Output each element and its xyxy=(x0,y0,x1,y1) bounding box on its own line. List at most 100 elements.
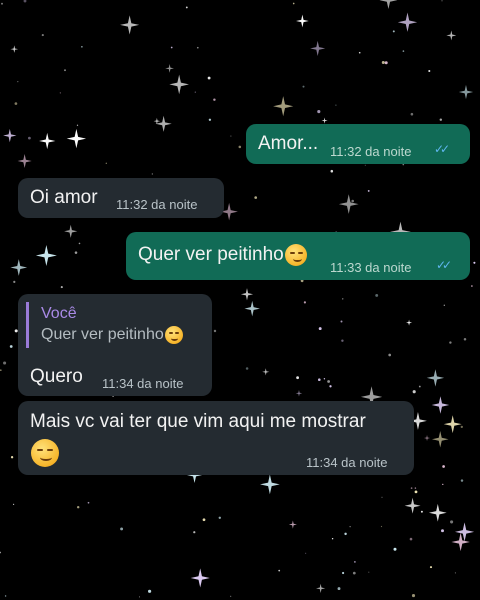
star-dot xyxy=(196,46,199,49)
message-bubble-received[interactable]: Mais vc vai ter que vim aqui me mostrar … xyxy=(18,401,414,475)
quoted-author: Você xyxy=(41,305,77,322)
star-dot xyxy=(23,0,27,3)
star-dot xyxy=(442,483,444,486)
star-dot xyxy=(138,596,141,598)
sparkle-star xyxy=(39,132,56,150)
star-dot xyxy=(17,81,19,83)
star-dot xyxy=(392,30,395,33)
quoted-message[interactable]: Você Quer ver peitinho xyxy=(26,302,202,348)
sparkle-star xyxy=(431,396,450,414)
star-dot xyxy=(9,345,13,348)
sparkle-star xyxy=(35,244,57,266)
sparkle-star xyxy=(155,115,172,132)
star-dot xyxy=(410,487,413,489)
star-dot xyxy=(10,456,14,459)
sparkle-star xyxy=(458,84,474,100)
message-bubble-sent[interactable]: Amor... 11:32 da noite ✓✓ xyxy=(246,124,470,164)
smirking-face-emoji xyxy=(284,244,307,266)
star-dot xyxy=(471,285,473,287)
star-dot xyxy=(120,527,124,531)
sparkle-star xyxy=(64,224,78,238)
sparkle-star xyxy=(240,288,254,301)
star-dot xyxy=(349,526,351,528)
sparkle-star xyxy=(17,154,32,169)
star-dot xyxy=(207,76,211,80)
sparkle-star xyxy=(165,63,174,73)
star-dot xyxy=(170,46,173,49)
sparkle-star xyxy=(120,15,140,35)
quoted-text: Quer ver peitinho xyxy=(41,326,183,344)
star-dot xyxy=(450,520,454,524)
star-dot xyxy=(384,61,388,65)
star-dot xyxy=(420,510,423,513)
star-dot xyxy=(64,69,66,72)
star-dot xyxy=(78,242,81,245)
star-dot xyxy=(449,341,452,344)
star-dot xyxy=(302,85,305,88)
star-dot xyxy=(410,112,414,116)
star-dot xyxy=(337,587,341,591)
sparkle-star xyxy=(451,532,470,552)
star-dot xyxy=(303,301,306,304)
star-dot xyxy=(12,503,15,506)
star-dot xyxy=(230,595,232,597)
star-dot xyxy=(330,169,334,173)
sparkle-star xyxy=(431,430,449,448)
sparkle-star xyxy=(262,368,270,376)
sparkle-star xyxy=(310,40,326,56)
star-dot xyxy=(442,465,445,468)
message-bubble-received-reply[interactable]: Você Quer ver peitinho Quero 11:34 da no… xyxy=(18,294,212,396)
star-dot xyxy=(409,537,413,541)
star-dot xyxy=(60,286,63,289)
star-dot xyxy=(318,327,322,331)
star-dot xyxy=(352,571,356,575)
star-dot xyxy=(388,353,392,357)
star-dot xyxy=(245,367,249,370)
message-text: Oi amor xyxy=(30,187,98,208)
star-dot xyxy=(441,529,444,533)
star-dot xyxy=(194,91,196,93)
sparkle-star xyxy=(379,0,398,10)
star-dot xyxy=(148,589,152,593)
star-dot xyxy=(230,135,232,137)
message-bubble-sent[interactable]: Quer ver peitinho 11:33 da noite ✓✓ xyxy=(126,232,470,280)
sparkle-star xyxy=(10,259,28,276)
star-dot xyxy=(368,571,370,573)
message-bubble-received[interactable]: Oi amor 11:32 da noite xyxy=(18,178,224,218)
star-dot xyxy=(381,60,385,65)
star-dot xyxy=(414,490,418,494)
star-dot xyxy=(13,280,16,284)
sparkle-star xyxy=(190,568,210,588)
star-dot xyxy=(380,525,383,528)
star-dot xyxy=(439,118,443,121)
sparkle-star xyxy=(10,45,19,53)
star-dot xyxy=(193,531,196,534)
sparkle-star xyxy=(446,30,457,41)
smirking-face-emoji xyxy=(31,439,59,467)
star-dot xyxy=(4,595,7,597)
sparkle-star xyxy=(295,390,303,397)
sparkle-star xyxy=(260,474,280,495)
star-dot xyxy=(393,547,397,551)
star-dot xyxy=(3,361,7,365)
double-check-icon: ✓✓ xyxy=(436,258,452,272)
star-dot xyxy=(351,199,355,203)
star-dot xyxy=(402,50,405,52)
star-dot xyxy=(473,261,476,264)
star-dot xyxy=(74,251,78,254)
message-time: 11:32 da noite xyxy=(116,197,198,212)
message-time: 11:34 da noite xyxy=(102,376,184,391)
message-time: 11:33 da noite xyxy=(330,260,412,275)
star-dot xyxy=(218,516,221,519)
star-dot xyxy=(278,569,281,572)
star-dot xyxy=(0,369,2,371)
sparkle-star xyxy=(273,96,294,117)
star-dot xyxy=(412,390,416,394)
star-dot xyxy=(1,2,3,5)
star-dot xyxy=(441,0,443,2)
sparkle-star xyxy=(244,300,260,317)
star-dot xyxy=(105,162,107,164)
star-dot xyxy=(327,380,330,383)
star-dot xyxy=(460,425,463,429)
star-dot xyxy=(381,496,383,498)
